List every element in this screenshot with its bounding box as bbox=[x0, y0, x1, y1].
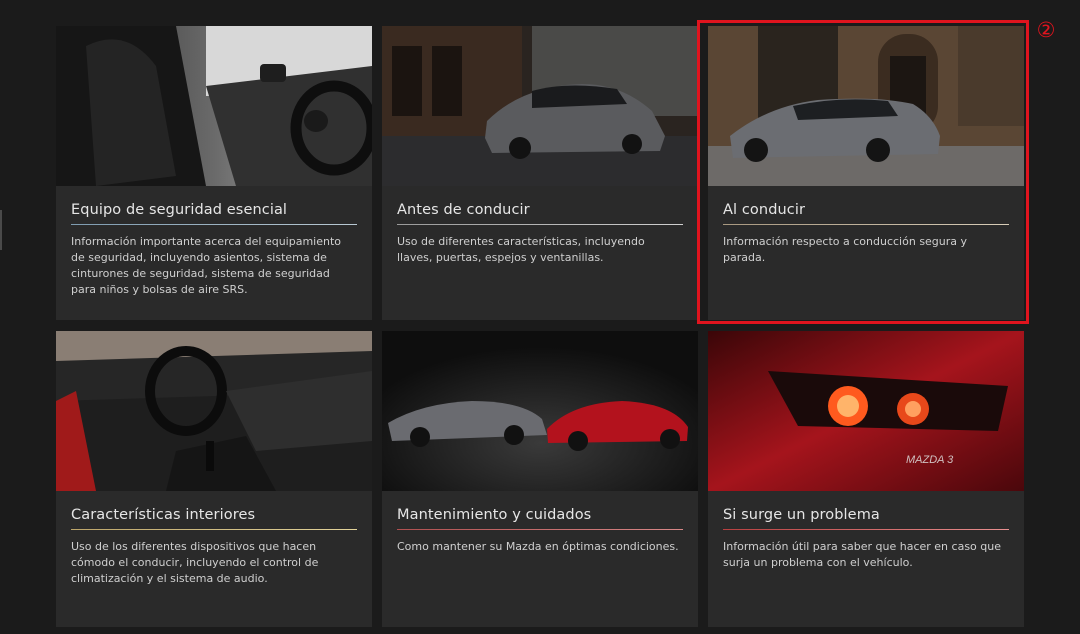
card-mantenimiento[interactable]: Mantenimiento y cuidados Como mantener s… bbox=[382, 331, 698, 627]
card-image-two-cars bbox=[382, 331, 698, 491]
card-description: Uso de los diferentes dispositivos que h… bbox=[71, 540, 319, 585]
card-si-surge-problema[interactable]: MAZDA 3 Si surge un problema Información… bbox=[708, 331, 1024, 627]
title-underline bbox=[397, 224, 683, 225]
card-image-sedan-building bbox=[708, 26, 1024, 186]
title-underline bbox=[723, 529, 1009, 530]
card-antes-conducir[interactable]: Antes de conducir Uso de diferentes cara… bbox=[382, 26, 698, 320]
card-description: Información útil para saber que hacer en… bbox=[723, 540, 1001, 569]
card-caracteristicas-interiores[interactable]: Características interiores Uso de los di… bbox=[56, 331, 372, 627]
dashboard-illustration bbox=[56, 331, 372, 491]
card-image-sedan-street bbox=[382, 26, 698, 186]
title-underline bbox=[723, 224, 1009, 225]
card-description: Como mantener su Mazda en óptimas condic… bbox=[397, 540, 679, 553]
card-title: Mantenimiento y cuidados bbox=[397, 507, 592, 523]
card-description: Uso de diferentes características, inclu… bbox=[397, 235, 645, 264]
sedan-building-illustration bbox=[708, 26, 1024, 186]
card-title: Al conducir bbox=[723, 202, 806, 218]
card-image-tail-lights: MAZDA 3 bbox=[708, 331, 1024, 491]
card-al-conducir[interactable]: Al conducir Información respecto a condu… bbox=[708, 26, 1024, 320]
title-underline bbox=[397, 529, 683, 530]
annotation-marker: ② bbox=[1036, 18, 1056, 42]
left-edge-indicator bbox=[0, 210, 2, 250]
card-description: Información respecto a conducción segura… bbox=[723, 235, 968, 264]
card-description: Información importante acerca del equipa… bbox=[71, 235, 341, 296]
card-title: Características interiores bbox=[71, 507, 256, 523]
sedan-street-illustration bbox=[382, 26, 698, 186]
card-image-interior-seats bbox=[56, 26, 372, 186]
interior-seats-illustration bbox=[56, 26, 372, 186]
title-underline bbox=[71, 529, 357, 530]
mazda3-badge: MAZDA 3 bbox=[906, 454, 954, 466]
title-underline bbox=[71, 224, 357, 225]
card-image-dashboard bbox=[56, 331, 372, 491]
card-title: Equipo de seguridad esencial bbox=[71, 202, 288, 218]
two-cars-illustration bbox=[382, 331, 698, 491]
tail-lights-illustration: MAZDA 3 bbox=[708, 331, 1024, 491]
card-title: Antes de conducir bbox=[397, 202, 530, 218]
card-title: Si surge un problema bbox=[723, 507, 880, 523]
card-equipo-seguridad[interactable]: Equipo de seguridad esencial Información… bbox=[56, 26, 372, 320]
